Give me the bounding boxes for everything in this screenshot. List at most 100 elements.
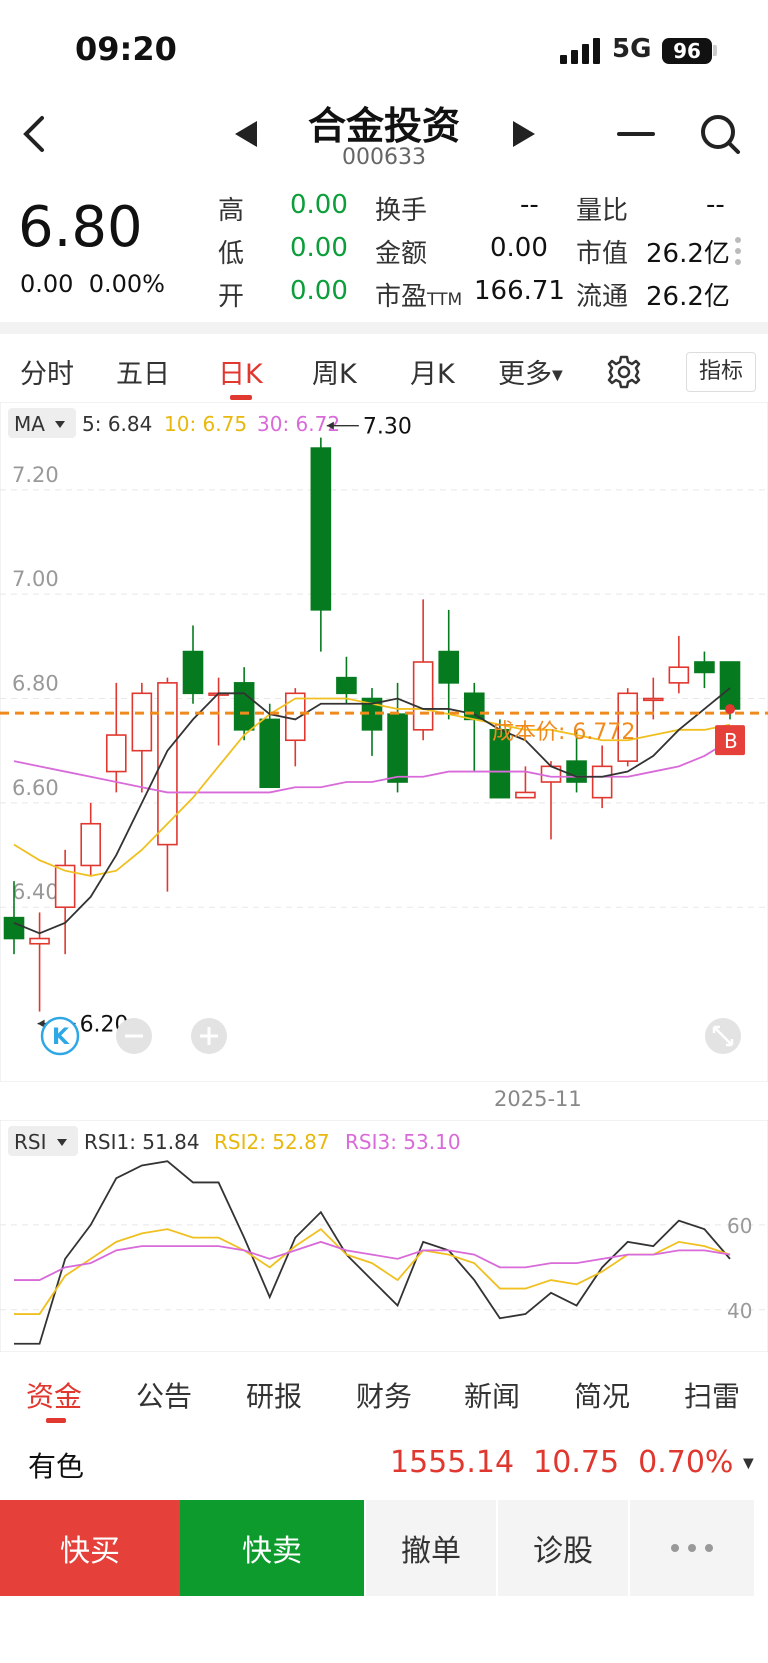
menu-button[interactable] <box>612 110 660 158</box>
indicator-button[interactable]: 指标 <box>686 352 756 392</box>
candle-body <box>668 666 690 684</box>
candle-body <box>387 713 408 783</box>
more-dots-icon[interactable] <box>734 236 742 266</box>
candle-body <box>259 718 281 789</box>
pe-ttm-sub: TTM <box>427 290 463 310</box>
back-button[interactable] <box>10 110 58 158</box>
sector-name[interactable]: 有色 <box>28 1445 84 1485</box>
candle-body <box>80 822 102 867</box>
value-low: 0.00 <box>290 233 348 263</box>
y-tick-label: 7.20 <box>12 463 59 487</box>
candlestick-chart[interactable]: 7.20 7.00 6.80 6.60 6.40 成本价: 6.772 MA 5: 6.84… <box>0 402 768 1082</box>
candle-body <box>412 661 434 731</box>
candle-body <box>463 692 485 721</box>
candle-body <box>719 661 741 710</box>
rsi-selector-label: RSI <box>14 1130 47 1154</box>
stock-name: 合金投资 <box>307 104 460 148</box>
sector-change: 10.75 <box>533 1445 620 1480</box>
label-volume-ratio: 量比 <box>576 196 629 226</box>
triangle-right-icon <box>513 121 535 147</box>
buy-marker-label: B <box>724 729 738 753</box>
price-change: 0.00 0.00% <box>20 270 165 298</box>
more-actions-button[interactable] <box>628 1500 754 1596</box>
minus-icon <box>617 132 655 136</box>
candle-body <box>642 697 664 702</box>
tab-more-label: 更多 <box>498 359 552 390</box>
value-volume-ratio: -- <box>706 190 725 220</box>
rsi-tick-label: 60 <box>727 1214 752 1238</box>
battery-icon: 96 <box>662 38 712 64</box>
ma10-legend: 10: 6.75 <box>164 412 247 436</box>
y-tick-label: 6.40 <box>12 880 59 904</box>
candle-body <box>310 447 332 611</box>
tab-announcements[interactable]: 公告 <box>136 1375 192 1415</box>
ma30-legend: 30: 6.72 <box>257 412 340 436</box>
tab-news[interactable]: 新闻 <box>464 1375 520 1415</box>
candle-body <box>29 937 50 945</box>
tab-risk-scan[interactable]: 扫雷 <box>684 1375 740 1415</box>
rsi-tick-label: 40 <box>727 1299 752 1323</box>
action-bar: 快买 快卖 撤单 诊股 <box>0 1500 768 1596</box>
value-market-cap: 26.2亿 <box>646 239 730 269</box>
tab-intraday[interactable]: 分时 <box>20 352 74 391</box>
zoom-in-glyph-v <box>207 1027 211 1045</box>
label-high: 高 <box>218 196 245 226</box>
tab-daily-k[interactable]: 日K <box>218 352 263 391</box>
tab-financials[interactable]: 财务 <box>356 1375 412 1415</box>
quick-buy-button[interactable]: 快买 <box>0 1500 180 1596</box>
label-turnover: 换手 <box>375 196 428 226</box>
rsi-chart[interactable]: 60 40 RSI RSI1: 51.84 RSI2: 52.87 RSI3: 53.1… <box>0 1120 768 1352</box>
candle-body <box>694 661 715 674</box>
candle-body <box>131 692 153 752</box>
current-price: 6.80 <box>18 195 143 260</box>
rsi2-legend: RSI2: 52.87 <box>214 1130 330 1154</box>
ma5-legend: 5: 6.84 <box>82 412 152 436</box>
sector-pct: 0.70% <box>638 1445 734 1480</box>
high-label: 7.30 <box>363 415 412 440</box>
tab-more[interactable]: 更多▼ <box>498 352 563 391</box>
y-tick-label: 6.80 <box>12 672 59 696</box>
pe-text: 市盈 <box>375 282 428 312</box>
sector-quote[interactable]: 1555.14 10.75 0.70% ▼ <box>390 1445 754 1480</box>
label-float-cap: 流通 <box>576 282 629 312</box>
signal-icon <box>560 38 600 64</box>
bottom-tab-indicator <box>46 1418 66 1423</box>
ma-selector-label: MA <box>14 412 45 436</box>
candle-body <box>438 650 460 684</box>
value-open: 0.00 <box>290 276 348 306</box>
sector-index: 1555.14 <box>390 1445 515 1480</box>
value-amount: 0.00 <box>490 233 548 263</box>
tab-five-day[interactable]: 五日 <box>116 352 170 391</box>
change-value: 0.00 <box>20 270 74 298</box>
label-low: 低 <box>218 239 245 269</box>
tab-monthly-k[interactable]: 月K <box>410 352 455 391</box>
ellipsis-icon <box>671 1544 713 1552</box>
candle-body <box>233 682 255 731</box>
value-turnover: -- <box>520 190 539 220</box>
y-tick-label: 7.00 <box>12 567 59 591</box>
search-icon <box>701 115 740 154</box>
candle-body <box>591 765 613 799</box>
label-pe: 市盈TTM <box>375 276 462 313</box>
cancel-order-button[interactable]: 撤单 <box>364 1500 496 1596</box>
section-divider <box>0 322 768 334</box>
search-button[interactable] <box>696 110 744 158</box>
network-type: 5G <box>612 34 652 64</box>
next-stock-button[interactable] <box>500 110 548 158</box>
diagnose-button[interactable]: 诊股 <box>496 1500 628 1596</box>
candle-body <box>284 692 306 742</box>
rsi1-legend: RSI1: 51.84 <box>84 1130 200 1154</box>
sector-dropdown-icon: ▼ <box>742 1455 754 1472</box>
settings-gear-icon[interactable] <box>606 354 642 390</box>
active-tab-indicator <box>230 395 252 400</box>
tab-research[interactable]: 研报 <box>246 1375 302 1415</box>
tab-capital[interactable]: 资金 <box>26 1375 82 1415</box>
tab-weekly-k[interactable]: 周K <box>312 352 357 391</box>
quick-sell-button[interactable]: 快卖 <box>180 1500 364 1596</box>
rsi-frame <box>0 1120 768 1352</box>
label-amount: 金额 <box>375 239 428 269</box>
buy-dot <box>725 704 735 715</box>
tab-profile[interactable]: 简况 <box>574 1375 630 1415</box>
value-float-cap: 26.2亿 <box>646 282 730 312</box>
change-percent: 0.00% <box>88 270 165 298</box>
